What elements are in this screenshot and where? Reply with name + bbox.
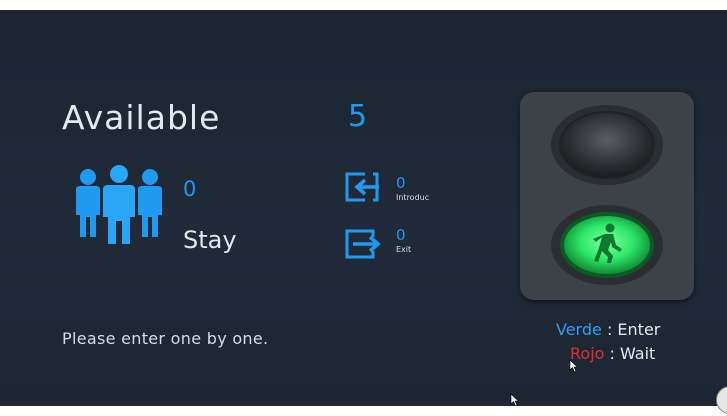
mouse-cursor-icon bbox=[569, 359, 579, 373]
stay-label: Stay bbox=[183, 226, 237, 254]
entry-label: Introduc bbox=[396, 193, 430, 202]
enter-arrow-icon bbox=[345, 172, 379, 202]
legend-red: Rojo : Wait bbox=[570, 344, 655, 363]
exit-arrow-icon bbox=[345, 229, 381, 259]
available-count: 5 bbox=[348, 99, 368, 134]
people-group-icon bbox=[76, 165, 162, 244]
legend-green-text: : Enter bbox=[606, 320, 661, 339]
exit-count: 0 bbox=[396, 226, 406, 244]
green-lamp-on bbox=[551, 205, 663, 285]
available-label: Available bbox=[62, 98, 221, 137]
legend-green-key: Verde bbox=[556, 320, 602, 339]
instruction-text: Please enter one by one. bbox=[62, 329, 269, 348]
entry-count: 0 bbox=[396, 174, 406, 192]
traffic-light bbox=[520, 92, 694, 300]
stay-count: 0 bbox=[183, 177, 197, 201]
mouse-cursor-icon bbox=[510, 393, 520, 406]
legend-green: Verde : Enter bbox=[556, 320, 660, 339]
exit-label: Exit bbox=[396, 245, 412, 254]
legend-red-text: : Wait bbox=[609, 344, 656, 363]
red-lamp-off bbox=[551, 105, 663, 185]
kiosk-screen: Available 5 0 Stay 0 Introduc 0 Exit Ple… bbox=[0, 10, 727, 406]
